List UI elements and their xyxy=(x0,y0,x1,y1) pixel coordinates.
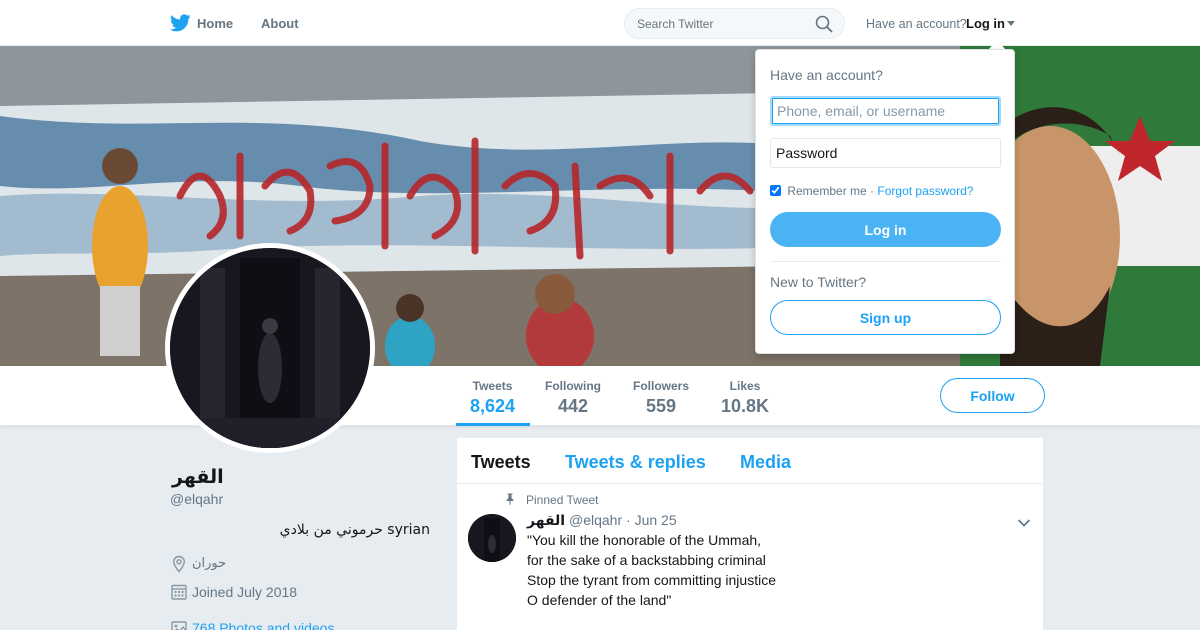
stat-value: 559 xyxy=(645,396,677,416)
stat-likes[interactable]: Likes 10.8K xyxy=(721,379,769,417)
tab-tweets-and-replies[interactable]: Tweets & replies xyxy=(565,452,706,473)
twitter-bird-icon[interactable] xyxy=(170,13,191,33)
stat-label: Following xyxy=(545,379,601,393)
profile-bio: حرموني من بلادي syrian xyxy=(279,522,430,538)
username-field[interactable] xyxy=(770,96,1001,126)
caret-down-icon[interactable] xyxy=(1007,21,1015,26)
timeline-tabs: Tweets Tweets & replies Media xyxy=(457,438,1043,484)
tweet-author-name[interactable]: القهر xyxy=(527,513,565,529)
stat-value: 10.8K xyxy=(721,396,770,416)
tweet-avatar[interactable] xyxy=(468,514,516,562)
remember-me-label[interactable]: Remember me xyxy=(787,184,866,198)
new-to-twitter-text: New to Twitter? xyxy=(770,274,867,290)
joined-text: Joined July 2018 xyxy=(192,584,298,600)
tweet-line: for the sake of a backstabbing criminal xyxy=(527,552,766,568)
password-field[interactable] xyxy=(770,138,1001,168)
search-input[interactable] xyxy=(624,8,845,39)
timeline-card: Tweets Tweets & replies Media Pinned Twe… xyxy=(456,437,1044,630)
tab-media[interactable]: Media xyxy=(740,452,791,473)
separator-dot: · xyxy=(870,184,875,198)
stat-label: Tweets xyxy=(472,379,513,393)
profile-avatar[interactable] xyxy=(165,243,375,453)
tweet-line: "You kill the honorable of the Ummah, xyxy=(527,532,762,548)
search-icon[interactable] xyxy=(815,15,833,33)
tweet-avatar-image xyxy=(468,514,516,562)
nav-home-link[interactable]: Home xyxy=(197,16,233,31)
login-link[interactable]: Log in xyxy=(966,16,1005,31)
stat-label: Likes xyxy=(729,379,761,393)
tweet-line: O defender of the land" xyxy=(527,592,672,608)
location-pin-icon xyxy=(172,555,186,573)
nav-about-link[interactable]: About xyxy=(261,16,299,31)
image-icon xyxy=(171,621,187,630)
tweet-text: "You kill the honorable of the Ummah, fo… xyxy=(527,530,1007,610)
stat-tweets[interactable]: Tweets 8,624 xyxy=(470,379,515,417)
remember-me-checkbox[interactable] xyxy=(770,185,781,196)
tweet-header: القهر @elqahr · Jun 25 xyxy=(527,512,677,529)
pinned-tweet-label: Pinned Tweet xyxy=(526,493,599,507)
stat-followers[interactable]: Followers 559 xyxy=(633,379,689,417)
login-button[interactable]: Log in xyxy=(770,212,1001,247)
remember-row: Remember me · Forgot password? xyxy=(770,184,973,198)
active-tab-underline xyxy=(456,423,530,426)
location-text: حوران xyxy=(192,556,227,571)
stat-value: 442 xyxy=(557,396,589,416)
stat-value: 8,624 xyxy=(470,396,516,416)
dropdown-title: Have an account? xyxy=(770,67,883,83)
tweet-date[interactable]: · Jun 25 xyxy=(626,512,677,528)
forgot-password-link[interactable]: Forgot password? xyxy=(877,184,973,198)
chevron-down-icon[interactable] xyxy=(1017,518,1031,528)
stat-label: Followers xyxy=(633,379,690,393)
dropdown-divider xyxy=(770,261,1001,262)
login-dropdown: Have an account? Remember me · Forgot pa… xyxy=(755,49,1015,354)
tweet-line: Stop the tyrant from committing injustic… xyxy=(527,572,776,588)
have-account-text: Have an account? xyxy=(866,17,967,31)
signup-button[interactable]: Sign up xyxy=(770,300,1001,335)
tweet-author-handle[interactable]: @elqahr xyxy=(569,512,622,528)
pin-icon xyxy=(506,493,514,505)
stat-following[interactable]: Following 442 xyxy=(545,379,601,417)
follow-button[interactable]: Follow xyxy=(940,378,1045,413)
media-link-text[interactable]: 768 Photos and videos xyxy=(192,620,334,630)
avatar-image xyxy=(170,248,370,448)
profile-name: القهر xyxy=(172,466,224,488)
top-nav-bar: Home About Have an account? Log in xyxy=(0,0,1200,46)
calendar-icon xyxy=(171,584,187,600)
profile-handle: @elqahr xyxy=(170,491,224,507)
tab-tweets[interactable]: Tweets xyxy=(471,452,531,473)
